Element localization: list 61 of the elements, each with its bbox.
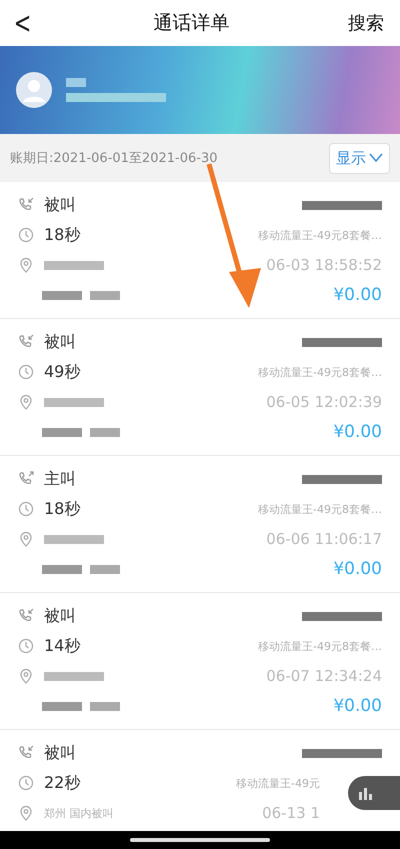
package-name: 移动流量王-49元8套餐… xyxy=(258,638,382,654)
call-fee: ¥0.00 xyxy=(333,696,382,716)
incoming-call-icon xyxy=(18,745,34,761)
call-type: 主叫 xyxy=(44,468,76,490)
call-location: 郑州 国内被叫 xyxy=(44,806,114,820)
redacted-block xyxy=(44,672,104,680)
location-pin-icon xyxy=(18,257,34,273)
redacted-block xyxy=(42,428,82,436)
incoming-call-icon xyxy=(18,334,34,350)
call-fee: ¥0.00 xyxy=(333,422,382,442)
call-duration: 18秒 xyxy=(44,498,80,520)
redacted-block xyxy=(42,564,82,574)
call-type: 被叫 xyxy=(44,332,76,352)
call-type: 被叫 xyxy=(44,742,76,764)
redacted-block xyxy=(66,78,86,87)
location-pin-icon xyxy=(18,805,34,821)
redacted-block xyxy=(44,398,104,406)
clock-icon xyxy=(18,227,34,243)
outgoing-call-icon xyxy=(18,471,34,487)
call-fee: ¥0.00 xyxy=(333,285,382,305)
location-pin-icon xyxy=(18,531,34,547)
redacted-block xyxy=(44,534,104,544)
call-duration: 14秒 xyxy=(44,636,80,656)
redacted-block xyxy=(90,428,120,436)
clock-icon xyxy=(18,775,34,791)
clock-icon xyxy=(18,364,34,380)
redacted-block xyxy=(90,290,120,300)
redacted-block xyxy=(42,290,82,300)
call-date: 06-06 11:06:17 xyxy=(266,530,382,548)
location-pin-icon xyxy=(18,394,34,410)
billing-period: 账期日:2021-06-01至2021-06-30 xyxy=(10,150,218,167)
incoming-call-icon xyxy=(18,608,34,624)
call-type: 被叫 xyxy=(44,194,76,216)
search-button[interactable]: 搜索 xyxy=(348,11,384,35)
page-title: 通话详单 xyxy=(154,11,230,36)
call-date: 06-05 12:02:39 xyxy=(266,393,382,411)
call-date: 06-07 12:34:24 xyxy=(266,667,382,685)
call-date: 06-13 1 xyxy=(262,804,320,822)
redacted-block xyxy=(90,702,120,710)
call-duration: 49秒 xyxy=(44,362,80,382)
call-fee: ¥0.00 xyxy=(333,559,382,579)
floating-button[interactable] xyxy=(348,776,400,810)
clock-icon xyxy=(18,501,34,517)
back-button[interactable]: < xyxy=(14,6,32,40)
location-pin-icon xyxy=(18,668,34,684)
package-name: 移动流量王-49元8套餐… xyxy=(258,228,382,242)
redacted-block xyxy=(90,564,120,574)
chevron-down-icon xyxy=(369,153,383,163)
redacted-block xyxy=(44,260,104,270)
incoming-call-icon xyxy=(18,197,34,213)
bar-chart-icon xyxy=(358,786,374,800)
call-date: 06-03 18:58:52 xyxy=(266,256,382,274)
avatar-icon xyxy=(16,72,52,108)
call-duration: 22秒 xyxy=(44,772,80,794)
call-duration: 18秒 xyxy=(44,224,80,246)
package-name: 移动流量王-49元 xyxy=(236,776,320,790)
redacted-block xyxy=(42,702,82,710)
package-name: 移动流量王-49元8套餐… xyxy=(258,502,382,516)
call-type: 被叫 xyxy=(44,606,76,626)
clock-icon xyxy=(18,638,34,654)
package-name: 移动流量王-49元8套餐… xyxy=(258,364,382,380)
